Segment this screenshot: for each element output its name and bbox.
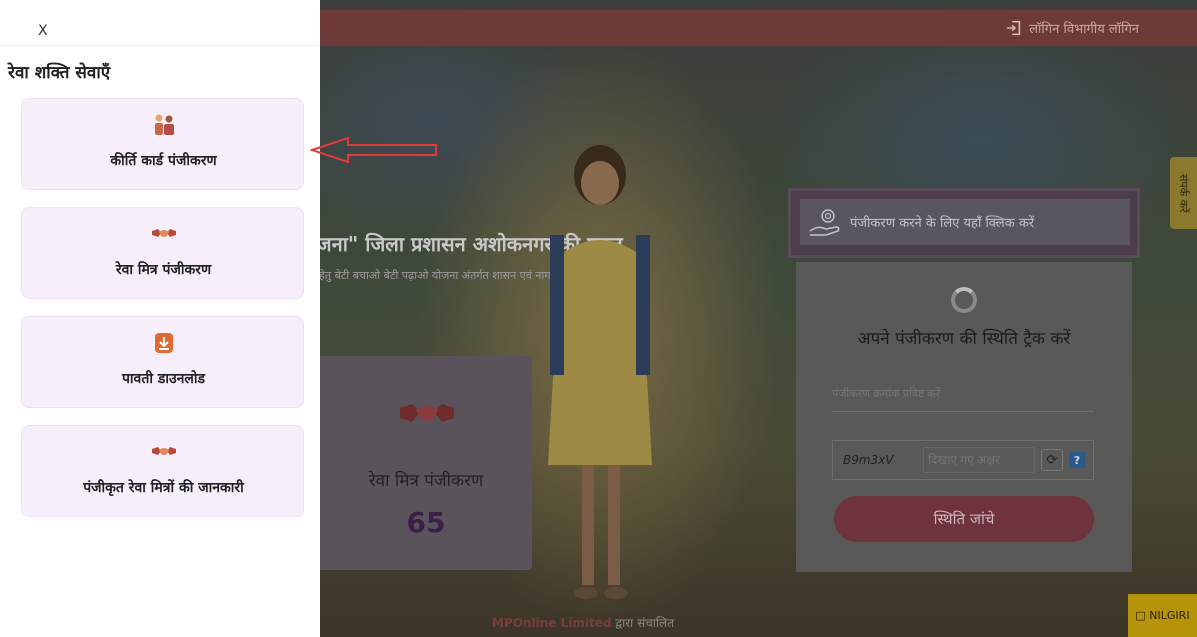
tracker-title: अपने पंजीकरण की स्थिति ट्रैक करें — [857, 329, 1071, 349]
handshake-icon — [400, 404, 454, 422]
status-tracker-card: अपने पंजीकरण की स्थिति ट्रैक करें B9m3xV… — [796, 262, 1132, 572]
close-drawer-button[interactable]: X — [38, 23, 48, 39]
footer-credit: MPOnline Limited द्वारा संचालित — [492, 614, 674, 631]
handshake-icon — [152, 447, 176, 455]
captcha-code: B9m3xV — [843, 453, 894, 467]
girl-photo — [548, 145, 652, 599]
services-drawer: X रेवा शक्ति सेवाएँ कीर्ति कार्ड पंजीकरण… — [0, 0, 320, 637]
registration-number-input[interactable] — [832, 377, 1094, 412]
handshake-icon — [152, 229, 176, 237]
service-card-rewa-mitra[interactable]: रेवा मित्र पंजीकरण — [21, 207, 304, 299]
download-icon — [155, 333, 173, 353]
contact-side-tab[interactable]: संपर्क करें — [1170, 157, 1197, 229]
captcha-row: B9m3xV ⟳ ? — [832, 440, 1094, 480]
captcha-input[interactable] — [923, 447, 1035, 473]
service-card-label: पंजीकृत रेवा मित्रों की जानकारी — [83, 480, 244, 496]
register-banner-label: पंजीकरण करने के लिए यहाँ क्लिक करें — [850, 216, 1035, 231]
annotation-arrow-icon — [310, 136, 437, 164]
service-card-label: कीर्ति कार्ड पंजीकरण — [110, 153, 217, 169]
register-banner-inner[interactable]: पंजीकरण करने के लिए यहाँ क्लिक करें — [800, 199, 1130, 245]
service-card-registered-mitra-info[interactable]: पंजीकृत रेवा मित्रों की जानकारी — [21, 425, 304, 517]
refresh-icon: ⟳ — [1046, 452, 1058, 468]
check-status-button[interactable]: स्थिति जांचे — [834, 496, 1094, 542]
rewa-mitra-stat-card: रेवा मित्र पंजीकरण 65 — [320, 356, 532, 570]
stat-label: रेवा मित्र पंजीकरण — [368, 471, 484, 491]
service-card-label: पावती डाउनलोड — [121, 371, 205, 387]
footer-suffix: द्वारा संचालित — [611, 616, 674, 630]
nilgiri-badge[interactable]: □ NILGIRI — [1128, 594, 1197, 637]
drawer-title: रेवा शक्ति सेवाएँ — [8, 63, 111, 83]
service-card-kirti-card[interactable]: कीर्ति कार्ड पंजीकरण — [21, 98, 304, 190]
login-link[interactable]: लॉगिन विभागीय लॉगिन — [1005, 10, 1139, 46]
captcha-help-button[interactable]: ? — [1069, 452, 1085, 468]
captcha-refresh-button[interactable]: ⟳ — [1041, 449, 1063, 471]
drawer-divider — [0, 45, 320, 46]
service-card-receipt-download[interactable]: पावती डाउनलोड — [21, 316, 304, 408]
register-banner[interactable]: पंजीकरण करने के लिए यहाँ क्लिक करें — [788, 188, 1140, 258]
family-icon — [155, 114, 174, 135]
hand-gear-icon — [809, 209, 840, 236]
loading-spinner-icon — [951, 287, 977, 313]
login-label: लॉगिन विभागीय लॉगिन — [1029, 22, 1139, 37]
login-icon — [1007, 20, 1021, 36]
stat-count: 65 — [406, 506, 446, 539]
service-card-label: रेवा मित्र पंजीकरण — [115, 262, 212, 278]
footer-brand[interactable]: MPOnline Limited — [492, 616, 611, 630]
